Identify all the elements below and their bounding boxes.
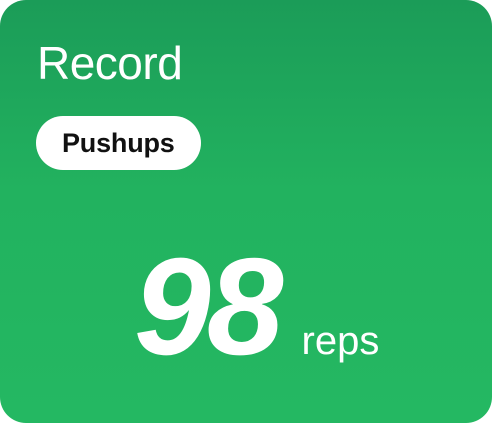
- exercise-label: Pushups: [62, 127, 175, 158]
- record-value-row: 98 reps: [134, 238, 379, 376]
- card-title: Record: [37, 37, 183, 89]
- record-card: Record Pushups 98 reps: [0, 0, 492, 423]
- exercise-pill: Pushups: [36, 116, 201, 170]
- record-unit: reps: [301, 319, 380, 363]
- record-value: 98: [134, 230, 283, 384]
